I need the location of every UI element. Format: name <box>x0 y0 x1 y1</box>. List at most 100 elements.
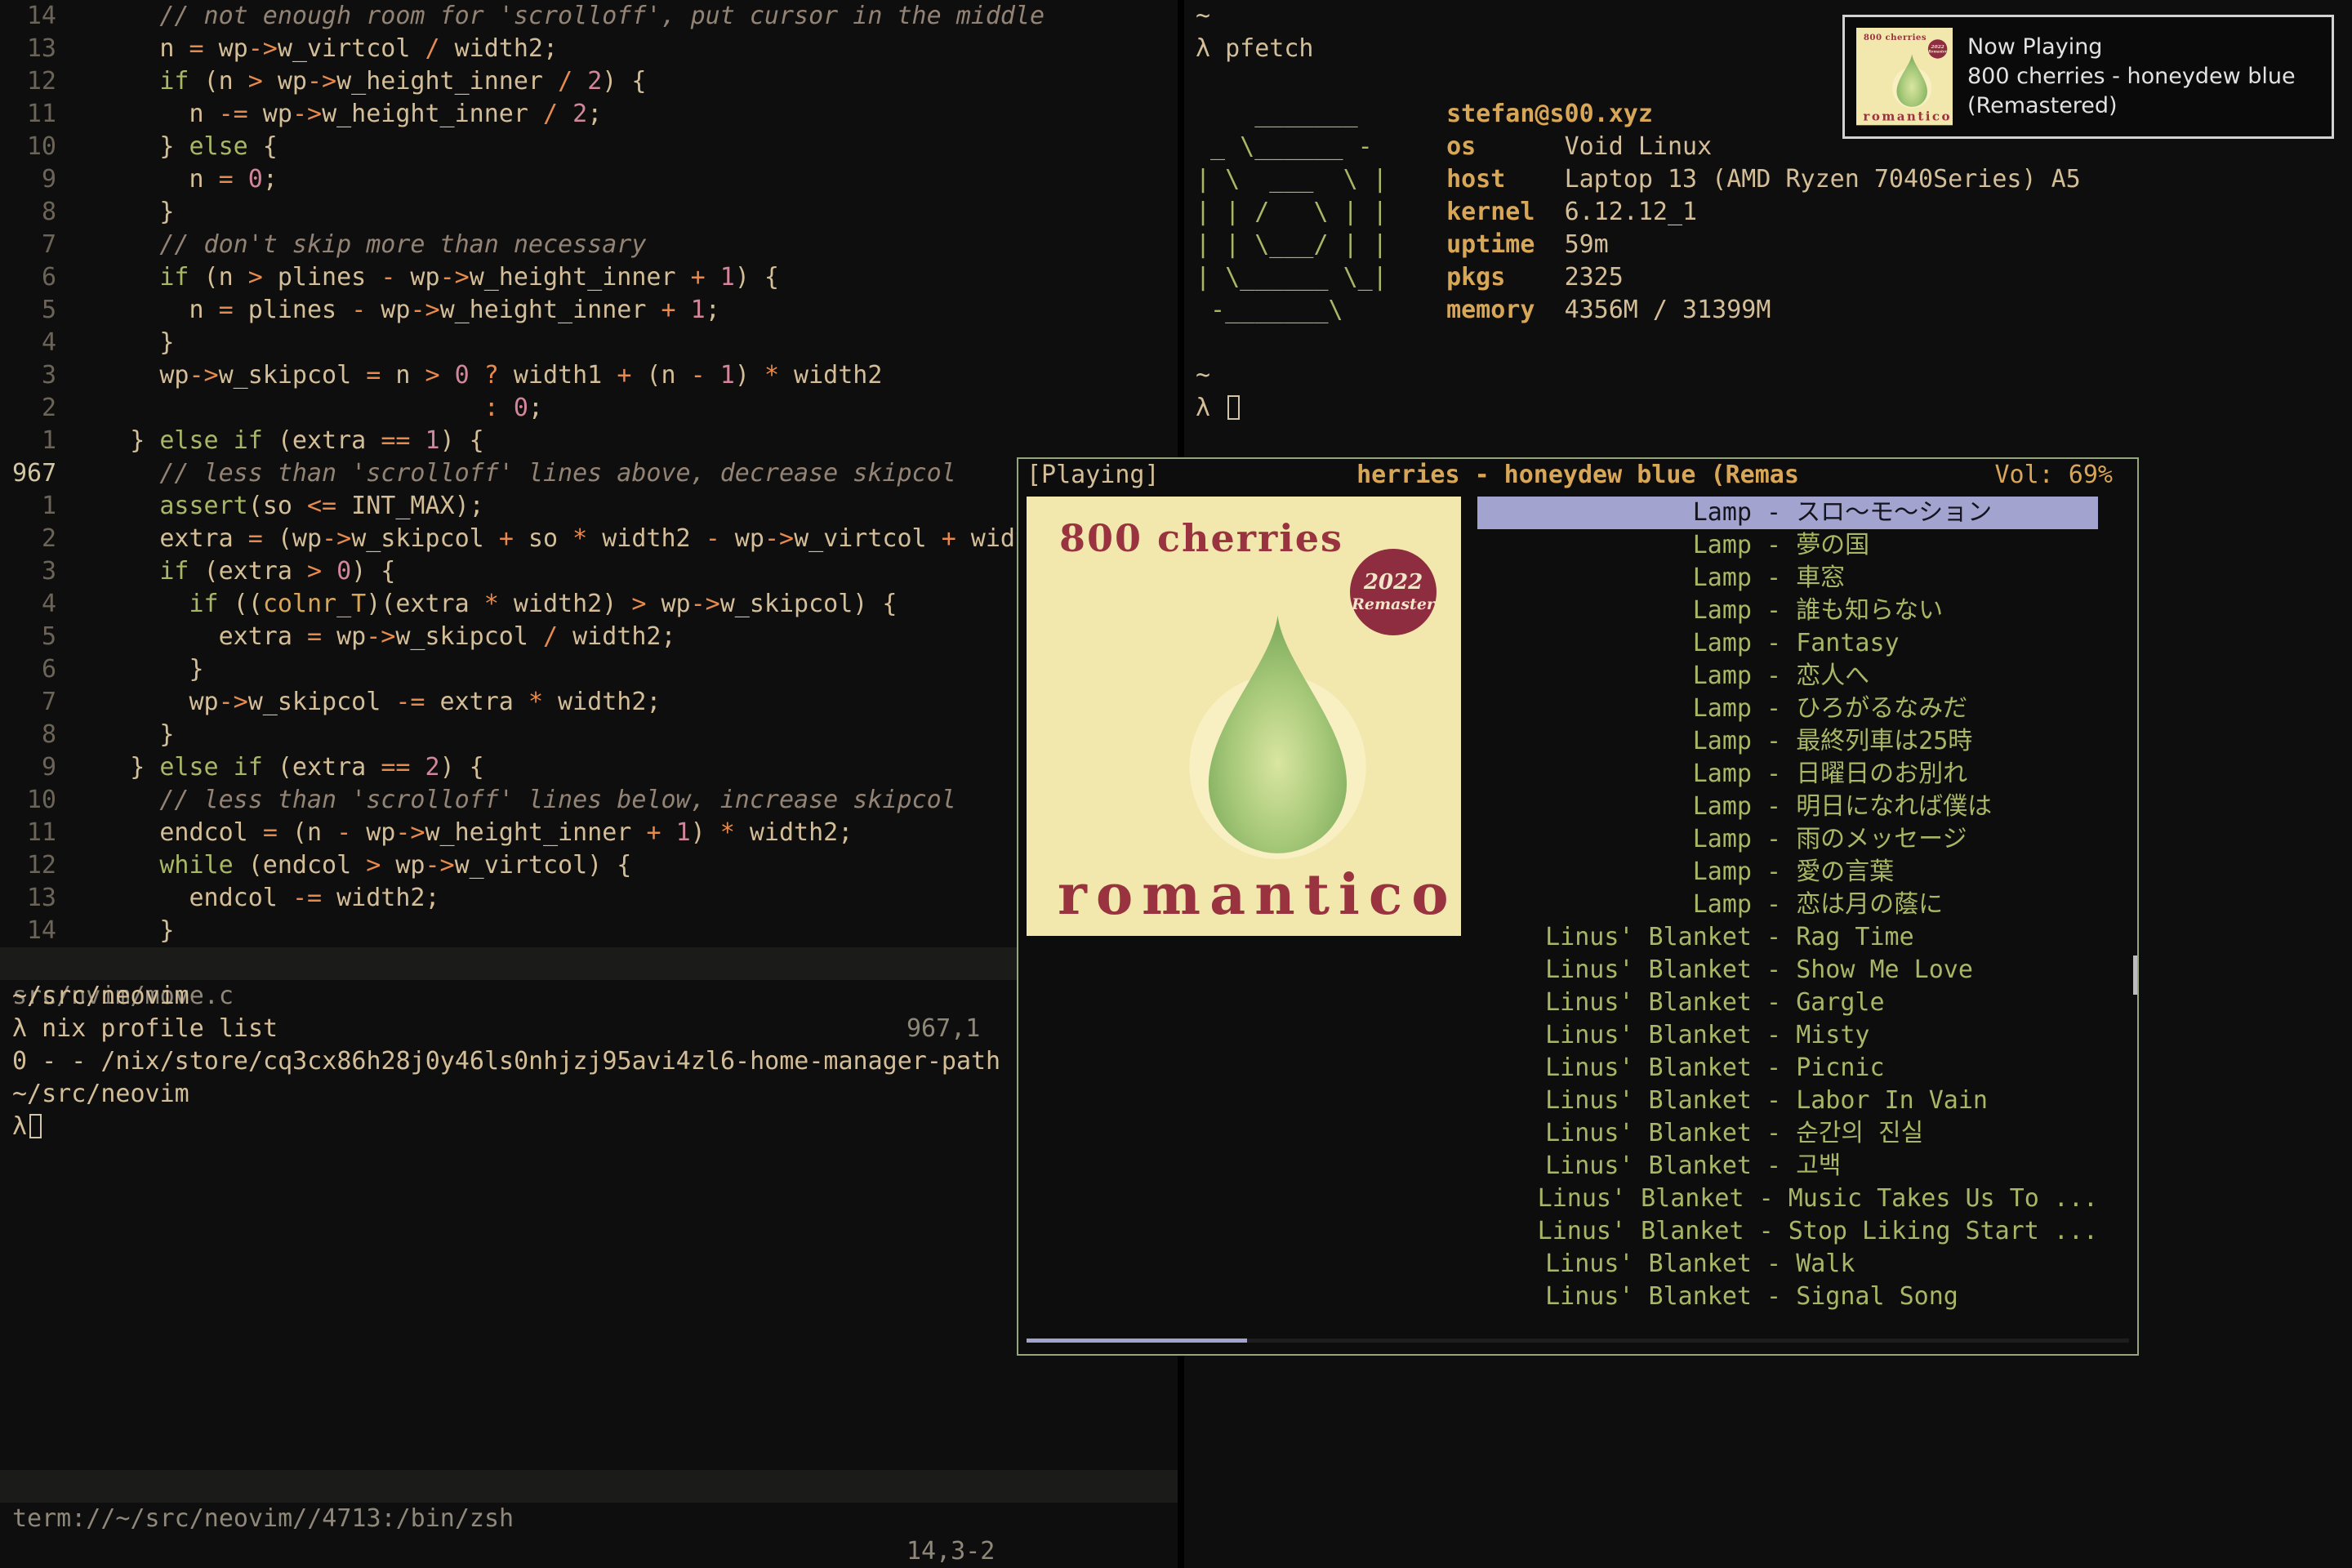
code-line: 967 // less than 'scrolloff' lines above… <box>12 457 1178 490</box>
line-number: 11 <box>12 98 56 131</box>
queue-item[interactable]: Lamp - 愛の言葉 <box>1477 856 2098 889</box>
terminal-line: 0 - - /nix/store/cq3cx86h28j0y46ls0nhjzj… <box>12 1045 1178 1078</box>
queue-item[interactable]: Lamp - 恋は月の蔭に <box>1477 889 2098 921</box>
queue-item[interactable]: Linus' Blanket - Stop Liking Start ... <box>1477 1215 2098 1248</box>
queue-item-separator: - <box>1752 921 1796 954</box>
queue-item[interactable]: Lamp - 雨のメッセージ <box>1477 823 2098 856</box>
nvim-editor-pane[interactable]: 14 // not enough room for 'scrolloff', p… <box>0 0 1178 1568</box>
queue-item-title: 雨のメッセージ <box>1796 823 2098 856</box>
line-number: 6 <box>12 261 56 294</box>
track-progress-bar[interactable] <box>1027 1339 2129 1343</box>
queue-item-artist: Lamp <box>1477 725 1752 758</box>
queue-item-artist: Linus' Blanket <box>1477 1085 1752 1117</box>
queue-item-separator: - <box>1752 660 1796 693</box>
queue-item-title: Gargle <box>1796 987 2098 1019</box>
code-line: 6 } <box>12 653 1178 686</box>
queue-item[interactable]: Lamp - 明日になれば僕は <box>1477 791 2098 823</box>
queue-item[interactable]: Linus' Blanket - Picnic <box>1477 1052 2098 1085</box>
code-line: 3 wp->w_skipcol = n > 0 ? width1 + (n - … <box>12 359 1178 392</box>
queue-item-separator: - <box>1752 1052 1796 1085</box>
queue-item-title: Misty <box>1796 1019 2098 1052</box>
queue-item-title: Signal Song <box>1796 1281 2098 1313</box>
line-number: 2 <box>12 523 56 555</box>
shell-line: | | / \ | | kernel 6.12.12_1 <box>1196 196 2352 229</box>
queue-item-title: 恋は月の蔭に <box>1796 889 2098 921</box>
statusline-file-buffer: src/nvim/move.c 967,1 <box>0 947 1178 980</box>
code-line: 4 if ((colnr_T)(extra * width2) > wp->w_… <box>12 588 1178 621</box>
terminal-line: ~/src/neovim <box>12 1078 1178 1111</box>
queue-item-separator: - <box>1752 1150 1796 1183</box>
queue-item[interactable]: Lamp - 日曜日のお別れ <box>1477 758 2098 791</box>
queue-item-artist: Lamp <box>1477 627 1752 660</box>
notification-album-thumbnail: 800 cherries 2022 Remaster romantico <box>1856 28 1953 126</box>
line-number: 7 <box>12 686 56 719</box>
queue-item-title: Show Me Love <box>1796 954 2098 987</box>
queue-item-title: ひろがるなみだ <box>1796 693 2098 725</box>
player-song-title: herries - honeydew blue (Remas <box>1356 459 1799 492</box>
player-state-label: [Playing] <box>1027 459 1160 492</box>
queue-item[interactable]: Lamp - 誰も知らない <box>1477 595 2098 627</box>
queue-item-separator: - <box>1752 693 1796 725</box>
queue-item-separator: - <box>1752 627 1796 660</box>
queue-item-title: 恋人へ <box>1796 660 2098 693</box>
queue-item[interactable]: Lamp - ひろがるなみだ <box>1477 693 2098 725</box>
queue-item-separator: - <box>1752 791 1796 823</box>
water-drop-icon <box>1182 608 1374 865</box>
now-playing-notification[interactable]: 800 cherries 2022 Remaster romantico Now… <box>1842 15 2334 139</box>
terminal-buffer[interactable]: ~/src/neovim λ nix profile list0 - - /nix… <box>12 980 1178 1143</box>
queue-item-title: 誰も知らない <box>1796 595 2098 627</box>
code-buffer[interactable]: 14 // not enough room for 'scrolloff', p… <box>12 0 1178 947</box>
queue-item[interactable]: Linus' Blanket - Show Me Love <box>1477 954 2098 987</box>
queue-item[interactable]: Linus' Blanket - Signal Song <box>1477 1281 2098 1313</box>
queue-item[interactable]: Linus' Blanket - Misty <box>1477 1019 2098 1052</box>
player-queue[interactable]: Lamp - スロ〜モ〜ションLamp - 夢の国Lamp - 車窓Lamp -… <box>1477 497 2098 1313</box>
queue-scrollbar[interactable] <box>2133 956 2137 995</box>
queue-item[interactable]: Lamp - 最終列車は25時 <box>1477 725 2098 758</box>
queue-item-title: Rag Time <box>1796 921 2098 954</box>
queue-item-separator: - <box>1752 954 1796 987</box>
album-artist-text: 800 cherries <box>1059 519 1343 557</box>
queue-item[interactable]: Linus' Blanket - Walk <box>1477 1248 2098 1281</box>
queue-item[interactable]: Linus' Blanket - 순간의 진실 <box>1477 1117 2098 1150</box>
queue-item-title: 日曜日のお別れ <box>1796 758 2098 791</box>
queue-item-artist: Lamp <box>1477 595 1752 627</box>
line-number: 9 <box>12 163 56 196</box>
line-number: 2 <box>12 392 56 425</box>
queue-item[interactable]: Linus' Blanket - Rag Time <box>1477 921 2098 954</box>
code-line: 3 if (extra > 0) { <box>12 555 1178 588</box>
terminal-line: λ nix profile list <box>12 1013 1178 1045</box>
line-number: 10 <box>12 131 56 163</box>
queue-item-title: スロ〜モ〜ション <box>1796 497 2098 529</box>
queue-item[interactable]: Linus' Blanket - Music Takes Us To ... <box>1477 1183 2098 1215</box>
shell-line: ~ <box>1196 359 2352 392</box>
queue-item-selected[interactable]: Lamp - スロ〜モ〜ション <box>1477 497 2098 529</box>
queue-item-separator: - <box>1752 987 1796 1019</box>
music-player-window[interactable]: [Playing] herries - honeydew blue (Remas… <box>1017 457 2139 1356</box>
terminal-cursor <box>1227 395 1240 420</box>
queue-item-separator: - <box>1752 1085 1796 1117</box>
notification-track: 800 cherries - honeydew blue <box>1967 62 2296 91</box>
queue-item[interactable]: Lamp - 恋人へ <box>1477 660 2098 693</box>
queue-item[interactable]: Lamp - Fantasy <box>1477 627 2098 660</box>
code-line: 13 endcol -= width2; <box>12 882 1178 915</box>
queue-item[interactable]: Linus' Blanket - 고백 <box>1477 1150 2098 1183</box>
line-number: 3 <box>12 359 56 392</box>
queue-item[interactable]: Lamp - 夢の国 <box>1477 529 2098 562</box>
queue-item-title: 순간의 진실 <box>1796 1117 2098 1150</box>
code-line: 10 // less than 'scrolloff' lines below,… <box>12 784 1178 817</box>
queue-item-artist: Linus' Blanket <box>1477 1117 1752 1150</box>
queue-item[interactable]: Linus' Blanket - Labor In Vain <box>1477 1085 2098 1117</box>
shell-line: | \ ___ \ | host Laptop 13 (AMD Ryzen 70… <box>1196 163 2352 196</box>
line-number: 5 <box>12 621 56 653</box>
queue-item-separator: - <box>1752 529 1796 562</box>
thumb-water-drop-icon <box>1891 52 1933 109</box>
code-line: 4 } <box>12 327 1178 359</box>
statusline-term-title: term://~/src/neovim//4713:/bin/zsh <box>12 1503 514 1535</box>
shell-line <box>1196 327 2352 359</box>
queue-item-separator: - <box>1744 1183 1788 1215</box>
queue-item[interactable]: Linus' Blanket - Gargle <box>1477 987 2098 1019</box>
queue-item[interactable]: Lamp - 車窓 <box>1477 562 2098 595</box>
queue-item-separator: - <box>1752 725 1796 758</box>
code-line: 5 n = plines - wp->w_height_inner + 1; <box>12 294 1178 327</box>
code-line: 12 while (endcol > wp->w_virtcol) { <box>12 849 1178 882</box>
